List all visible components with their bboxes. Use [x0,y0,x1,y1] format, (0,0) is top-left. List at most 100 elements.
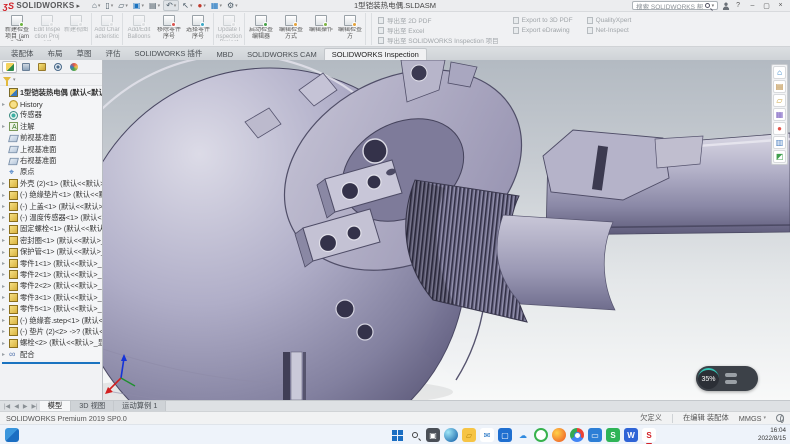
export-menu-item[interactable]: Export to 3D PDF [513,15,573,25]
ribbon-button[interactable]: Update Inspection Project [215,13,245,45]
ribbon-button[interactable]: 选择零件序号 [184,13,214,45]
taskbar-app[interactable] [444,428,458,442]
taskbar-app[interactable]: ✉ [480,428,494,442]
panel-tab[interactable] [66,61,81,73]
ribbon-button[interactable]: 编辑检查方式 [276,13,306,45]
export-menu-item[interactable]: Net-Inspect [587,25,632,35]
taskbar-app[interactable] [534,428,548,442]
expand-arrow-icon[interactable]: ▸ [2,317,9,324]
document-tab[interactable]: 3D 视图 [71,401,114,411]
feature-tree-item[interactable]: ▸ (-) 垫片 (2)<2> ->? (默认<<默认> [0,326,102,337]
expand-arrow-icon[interactable]: ▸ [2,328,9,335]
command-tab[interactable]: 草图 [70,47,99,60]
quick-access-button[interactable]: ↖ ▾ [180,0,194,11]
indicator-toggle-icon[interactable] [725,373,737,377]
expand-arrow-icon[interactable]: ▸ [2,351,9,358]
feature-tree-item[interactable]: ▸ 传感器 [0,110,102,121]
ribbon-button[interactable]: 编辑操作 [306,13,336,45]
taskbar-clock[interactable]: 16:04 2022/8/15 [758,427,786,443]
feature-tree-item[interactable]: ▸ 配合 [0,349,102,360]
taskbar-app[interactable] [570,428,584,442]
taskbar-app[interactable] [408,428,422,442]
feature-tree-item[interactable]: ▸ 螺栓<2> (默认<<默认>_显示状态 [0,338,102,349]
expand-arrow-icon[interactable]: ▸ [2,271,9,278]
taskpane-tab[interactable]: ▦ [773,108,786,121]
feature-tree-item[interactable]: ▸ 外壳 (2)<1> (默认<<默认>_显示状 [0,178,102,189]
filter-dropdown-icon[interactable]: ▾ [13,77,16,83]
quick-access-button[interactable]: ▤ ▾ [147,0,162,11]
command-tab[interactable]: 装配体 [4,47,41,60]
ribbon-button[interactable]: 新建视图 [62,13,92,45]
taskpane-tab[interactable]: ◩ [773,150,786,163]
expand-arrow-icon[interactable]: ▸ [2,249,9,256]
feature-tree-item[interactable]: ▸ 注解 [0,121,102,132]
model[interactable] [103,60,790,400]
expand-arrow-icon[interactable]: ▸ [2,101,9,108]
panel-tab[interactable] [2,61,17,73]
feature-tree-item[interactable]: ▸ 固定螺栓<1> (默认<<默认>_显示状 [0,224,102,235]
feature-tree-item[interactable]: ▸ (-) 温度传感器<1> (默认<<默认>_ [0,212,102,223]
expand-arrow-icon[interactable]: ▸ [2,260,9,267]
export-menu-item[interactable]: Export eDrawing [513,25,573,35]
first-tab-arrow-icon[interactable]: |◀ [2,401,12,411]
panel-tab[interactable] [18,61,33,73]
taskpane-tab[interactable]: ▱ [773,94,786,107]
ribbon-button[interactable]: Add/Edit Balloons [124,13,154,45]
command-tab[interactable]: SOLIDWORKS 插件 [128,47,210,60]
close-button[interactable]: × [774,2,787,10]
quick-access-button[interactable]: ⚙ ▾ [225,0,240,11]
quick-access-button[interactable]: ⌂ ▾ [90,0,102,11]
last-tab-arrow-icon[interactable]: ▶| [29,401,39,411]
taskpane-tab[interactable]: ▥ [773,136,786,149]
feature-tree-item[interactable]: ▸ 零件5<1> (默认<<默认>_显示状态 [0,303,102,314]
ribbon-button[interactable]: 移除零件序号 [154,13,184,45]
expand-arrow-icon[interactable]: ▸ [2,123,9,130]
feature-tree-item[interactable]: ▸ 上视基准面 [0,144,102,155]
document-tab[interactable]: 运动算例 1 [114,401,166,411]
units-selector[interactable]: MMGS ▾ [739,414,766,423]
command-tab[interactable]: MBD [209,49,240,60]
feature-tree-item[interactable]: ▸ 零件3<1> (默认<<默认>_显示状态 [0,292,102,303]
feature-tree-item[interactable]: ▸ 零件2<2> (默认<<默认>_显示状态 [0,281,102,292]
expand-arrow-icon[interactable]: ▸ [2,283,9,290]
next-tab-arrow-icon[interactable]: ▶ [21,401,30,411]
taskbar-app[interactable]: ▣ [426,428,440,442]
taskpane-tab[interactable]: ⌂ [773,66,786,79]
ribbon-button[interactable]: Edit Inspection Project [32,13,62,45]
minimize-button[interactable]: – [746,2,759,10]
toolbar-expand-icon[interactable]: ▸ [76,2,80,10]
feature-tree-item[interactable]: ▸ 原点 [0,167,102,178]
command-tab[interactable]: 布局 [41,47,70,60]
3dexperience-globe-icon[interactable] [776,414,784,422]
feature-tree-item[interactable]: ▸ 保护管<1> (默认<<默认>_显示状 [0,246,102,257]
taskbar-app[interactable]: S [606,428,620,442]
feature-tree-item[interactable]: ▸ 零件1<1> (默认<<默认>_显示状态 [0,258,102,269]
taskbar-app[interactable]: W [624,428,638,442]
expand-arrow-icon[interactable]: ▸ [2,340,9,347]
expand-arrow-icon[interactable]: ▸ [2,203,9,210]
search-dropdown-icon[interactable]: ▾ [712,3,715,9]
graphics-area[interactable]: ⌂ ▤ ▱ ▦ ● ▥ ◩ 35% [103,60,790,400]
expand-arrow-icon[interactable]: ▸ [2,226,9,233]
feature-tree-item[interactable]: ▸ 1型铠装热电偶 (默认<默认_显示状态-1 [0,87,102,98]
expand-arrow-icon[interactable]: ▸ [2,192,9,199]
feature-tree-item[interactable]: ▸ History [0,98,102,109]
ribbon-button[interactable]: 新建检查项目 (amp.对) [2,13,32,45]
taskbar-app[interactable]: ▭ [588,428,602,442]
filter-icon[interactable] [3,77,11,82]
expand-arrow-icon[interactable]: ▸ [2,237,9,244]
panel-tab[interactable] [34,61,49,73]
document-tab[interactable]: 模型 [40,401,72,411]
expand-arrow-icon[interactable]: ▸ [2,180,9,187]
ribbon-button[interactable]: 启动检查编辑器 [246,13,276,45]
export-menu-item[interactable]: 导出至 SOLIDWORKS Inspection 项目 [378,35,499,45]
quick-access-button[interactable]: ▱ ▾ [116,0,130,11]
taskbar-app[interactable]: ▱ [462,428,476,442]
restore-button[interactable]: ▢ [760,2,773,10]
quick-access-button[interactable]: ▯ ▾ [103,0,115,11]
feature-tree-item[interactable]: ▸ 密封圈<1> (默认<<默认>_显示状 [0,235,102,246]
taskbar-app[interactable] [552,428,566,442]
feature-tree-item[interactable]: ▸ 右视基准面 [0,155,102,166]
login-user-icon[interactable] [722,2,730,10]
ribbon-button[interactable]: Add Characteristic [93,13,123,45]
